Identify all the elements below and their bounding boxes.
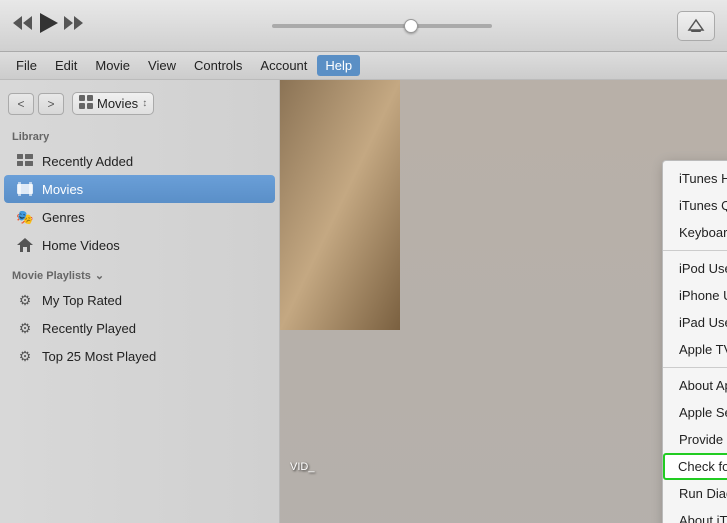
menu-feedback[interactable]: Provide iTunes Feedback — [663, 426, 727, 453]
menu-movie[interactable]: Movie — [87, 55, 138, 76]
menu-file[interactable]: File — [8, 55, 45, 76]
top25-label: Top 25 Most Played — [42, 349, 156, 364]
sidebar-item-home-videos[interactable]: Home Videos — [4, 231, 275, 259]
airplay-button[interactable] — [677, 11, 715, 41]
home-videos-icon — [16, 236, 34, 254]
recently-played-icon: ⚙ — [16, 319, 34, 337]
content-area: VID_ iTunes Help iTunes Quick Tour Keybo… — [280, 80, 727, 523]
menu-check-updates[interactable]: Check for Updates — [663, 453, 727, 480]
top-rated-label: My Top Rated — [42, 293, 122, 308]
sidebar-item-top-rated[interactable]: ⚙ My Top Rated — [4, 286, 275, 314]
separator-1 — [663, 250, 727, 251]
rewind-button[interactable] — [12, 14, 34, 37]
menu-quick-tour[interactable]: iTunes Quick Tour — [663, 192, 727, 219]
library-section-label: Library — [0, 123, 279, 147]
sidebar: < > Movies ↕ Library — [0, 80, 280, 523]
main-area: < > Movies ↕ Library — [0, 80, 727, 523]
menu-appletv-guide[interactable]: Apple TV User Guide — [663, 336, 727, 363]
recently-added-label: Recently Added — [42, 154, 133, 169]
sidebar-item-recently-added[interactable]: Recently Added — [4, 147, 275, 175]
genres-label: Genres — [42, 210, 85, 225]
menu-apple-music[interactable]: About Apple Music & Privacy — [663, 372, 727, 399]
help-dropdown-menu: iTunes Help iTunes Quick Tour Keyboard S… — [662, 160, 727, 523]
home-videos-label: Home Videos — [42, 238, 120, 253]
menu-edit[interactable]: Edit — [47, 55, 85, 76]
recently-added-icon — [16, 152, 34, 170]
recently-played-label: Recently Played — [42, 321, 136, 336]
playlists-section-label: Movie Playlists ⌄ — [0, 259, 279, 286]
menu-ipod-guide[interactable]: iPod User Guides — [663, 255, 727, 282]
transport-bar — [0, 0, 727, 52]
location-icon — [79, 95, 93, 112]
menu-view[interactable]: View — [140, 55, 184, 76]
location-text: Movies — [97, 96, 138, 111]
separator-2 — [663, 367, 727, 368]
play-button[interactable] — [40, 13, 58, 39]
genres-icon: 🎭 — [16, 208, 34, 226]
menu-iphone-guide[interactable]: iPhone User Guide — [663, 282, 727, 309]
menu-help[interactable]: Help — [317, 55, 360, 76]
progress-track[interactable] — [272, 24, 492, 28]
back-button[interactable]: < — [8, 93, 34, 115]
menu-account[interactable]: Account — [252, 55, 315, 76]
progress-area[interactable] — [96, 24, 667, 28]
transport-controls — [12, 13, 86, 39]
sidebar-item-top25[interactable]: ⚙ Top 25 Most Played — [4, 342, 275, 370]
sidebar-item-recently-played[interactable]: ⚙ Recently Played — [4, 314, 275, 342]
movies-label: Movies — [42, 182, 83, 197]
menu-diagnostics[interactable]: Run Diagnostics... — [663, 480, 727, 507]
menu-keyboard[interactable]: Keyboard Shortcuts — [663, 219, 727, 246]
chevron-down-icon: ⌄ — [95, 269, 104, 282]
menu-controls[interactable]: Controls — [186, 55, 250, 76]
sidebar-nav: < > Movies ↕ — [0, 88, 279, 123]
progress-thumb[interactable] — [404, 19, 418, 33]
sidebar-item-genres[interactable]: 🎭 Genres — [4, 203, 275, 231]
menu-bar: File Edit Movie View Controls Account He… — [0, 52, 727, 80]
location-selector[interactable]: Movies ↕ — [72, 92, 154, 115]
forward-button-nav[interactable]: > — [38, 93, 64, 115]
forward-button[interactable] — [64, 14, 86, 37]
top25-icon: ⚙ — [16, 347, 34, 365]
chevron-icon: ↕ — [142, 98, 147, 109]
movies-icon — [16, 180, 34, 198]
top-rated-icon: ⚙ — [16, 291, 34, 309]
sidebar-item-movies[interactable]: Movies — [4, 175, 275, 203]
menu-apple-support[interactable]: Apple Service and Support — [663, 399, 727, 426]
menu-ipad-guide[interactable]: iPad User Guide — [663, 309, 727, 336]
menu-about[interactable]: About iTunes — [663, 507, 727, 523]
dropdown-overlay: iTunes Help iTunes Quick Tour Keyboard S… — [280, 80, 727, 523]
menu-itunes-help[interactable]: iTunes Help — [663, 165, 727, 192]
